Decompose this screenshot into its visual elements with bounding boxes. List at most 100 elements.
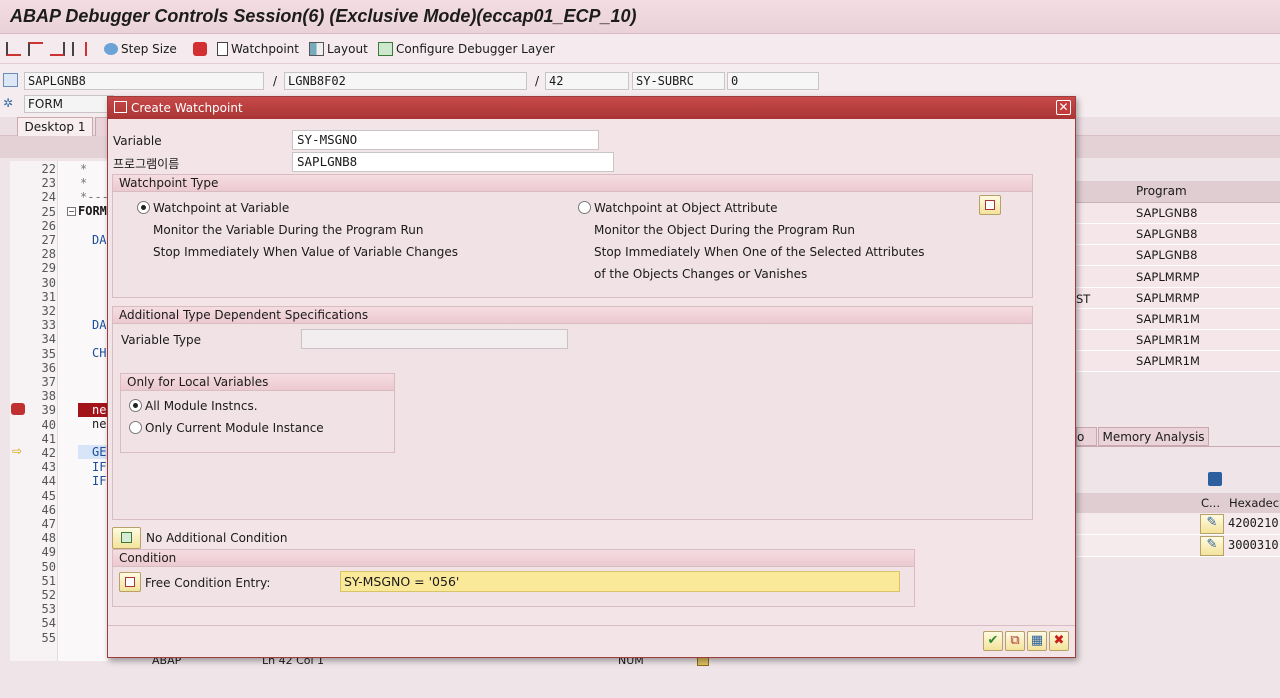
cancel-x-icon[interactable]: ✖ [1049, 631, 1069, 651]
tab-underline [1076, 446, 1280, 447]
stack-row[interactable]: SAPLMRMP [1076, 266, 1280, 288]
close-icon[interactable]: ✕ [1056, 100, 1071, 115]
line-number: 42 [41, 446, 56, 460]
window-title: ABAP Debugger Controls Session(6) (Exclu… [10, 6, 637, 26]
no-condition-label: No Additional Condition [146, 531, 288, 545]
event-type-field[interactable]: FORM [24, 95, 114, 113]
line-number: 31 [41, 289, 56, 304]
stack-row[interactable]: SAPLMR1M [1076, 351, 1280, 373]
condition-editor-icon[interactable] [119, 572, 141, 592]
step-into-icon[interactable] [6, 34, 21, 64]
program-icon [3, 73, 18, 87]
additional-specs-group: Additional Type Dependent Specifications… [112, 306, 1033, 520]
hex-value: 3000310 [1228, 538, 1279, 552]
stack-row[interactable]: SAPLGNB8 [1076, 203, 1280, 224]
line-number: 39 [41, 403, 56, 418]
program-name-input[interactable]: SAPLGNB8 [292, 152, 614, 172]
free-condition-input[interactable]: SY-MSGNO = '056' [340, 571, 900, 592]
dialog-icon [114, 101, 127, 113]
continue-icon[interactable] [72, 34, 87, 64]
line-number: 40 [41, 417, 56, 432]
line-number: 53 [41, 602, 56, 617]
radio-all-module-instances[interactable] [129, 399, 142, 412]
line-number: 22 [41, 162, 56, 176]
create-copy-icon[interactable]: ⧉ [1005, 631, 1025, 651]
radio-watchpoint-object[interactable] [578, 201, 591, 214]
confirm-check-icon[interactable]: ✔ [983, 631, 1003, 651]
description-text: of the Objects Changes or Vanishes [594, 267, 808, 281]
edit-pencil-icon[interactable]: ✎ [1200, 536, 1224, 556]
configure-layer-button[interactable]: Configure Debugger Layer [378, 34, 555, 64]
stack-row[interactable]: SAPLMR1M [1076, 309, 1280, 330]
watchpoint-label: Watchpoint [231, 42, 299, 56]
line-number: 35 [41, 346, 56, 361]
step-size-button[interactable]: Step Size [104, 34, 177, 64]
column-header-c: C... [1201, 496, 1220, 510]
stack-row[interactable]: SAPLGNB8 [1076, 245, 1280, 267]
tab-memory-analysis[interactable]: Memory Analysis [1098, 427, 1209, 446]
separator: / [535, 74, 540, 88]
code-line: ne [92, 417, 107, 431]
line-number: 50 [41, 559, 56, 574]
description-text: Monitor the Object During the Program Ru… [594, 223, 855, 237]
line-number: 54 [41, 616, 56, 631]
line-field[interactable]: 42 [545, 72, 629, 90]
sysval-field[interactable]: 0 [727, 72, 819, 90]
layout-button[interactable]: Layout [309, 34, 368, 64]
layout-label: Layout [327, 42, 368, 56]
program-field[interactable]: SAPLGNB8 [24, 72, 264, 90]
stack-row[interactable]: SAPLMRMP [1076, 287, 1280, 309]
group-title: Additional Type Dependent Specifications [113, 307, 1032, 324]
variable-label: Variable [113, 134, 162, 148]
stack-row[interactable]: SAPLMR1M [1076, 330, 1280, 352]
variable-type-input[interactable] [301, 329, 568, 349]
stack-row[interactable]: SAPLGNB8 [1076, 224, 1280, 246]
radio-current-module-instance[interactable] [129, 421, 142, 434]
tab-partial[interactable]: o [1076, 427, 1097, 446]
stop-icon [193, 42, 207, 56]
code-line: ne [92, 403, 107, 417]
line-number: 46 [41, 502, 56, 517]
sysvar-field[interactable]: SY-SUBRC [632, 72, 725, 90]
variable-input[interactable]: SY-MSGNO [292, 130, 599, 150]
watchpoint-button[interactable]: Watchpoint [217, 34, 299, 64]
line-number: 44 [41, 474, 56, 489]
options-grid-icon[interactable]: ▦ [1027, 631, 1047, 651]
code-line: IF [92, 474, 107, 488]
separator: / [273, 74, 278, 88]
watchpoint-type-group: Watchpoint Type Watchpoint at Variable M… [112, 174, 1033, 298]
window-titlebar: ABAP Debugger Controls Session(6) (Exclu… [0, 0, 1280, 34]
code-line: DA [92, 318, 107, 332]
radio-label: Watchpoint at Variable [153, 201, 290, 215]
stack-program-cell: SAPLMR1M [1136, 312, 1200, 326]
step-over-icon[interactable] [28, 34, 43, 64]
configure-icon [378, 42, 393, 56]
line-number: 24 [41, 190, 56, 205]
collapse-icon[interactable]: − [67, 207, 76, 216]
step-return-icon[interactable] [50, 34, 65, 64]
stack-program-cell: SAPLMR1M [1136, 354, 1200, 369]
line-number: 51 [41, 573, 56, 588]
stack-program-cell: SAPLMRMP [1136, 269, 1200, 284]
radio-label: Only Current Module Instance [145, 421, 324, 435]
document-icon [217, 42, 228, 56]
layout-icon [309, 42, 324, 56]
dialog-title: Create Watchpoint [131, 101, 243, 115]
edit-pencil-icon[interactable]: ✎ [1200, 514, 1224, 534]
watchpoint-stop-button[interactable] [193, 34, 207, 64]
save-icon[interactable] [1208, 472, 1222, 486]
code-line: DA [92, 233, 107, 247]
object-attribute-select-icon[interactable] [979, 195, 1001, 215]
condition-group: Condition Free Condition Entry: SY-MSGNO… [112, 549, 915, 607]
line-number: 25 [41, 204, 56, 219]
stack-program-cell: SAPLGNB8 [1136, 206, 1198, 220]
breakpoint-icon[interactable] [11, 403, 25, 415]
condition-toggle-button[interactable] [112, 527, 141, 549]
radio-watchpoint-variable[interactable] [137, 201, 150, 214]
description-text: Stop Immediately When Value of Variable … [153, 245, 459, 259]
tab-desktop-1[interactable]: Desktop 1 [17, 117, 93, 136]
code-line: GE [92, 445, 107, 459]
include-field[interactable]: LGNB8F02 [284, 72, 527, 90]
code-line: * [80, 162, 88, 176]
line-number: 48 [41, 531, 56, 546]
